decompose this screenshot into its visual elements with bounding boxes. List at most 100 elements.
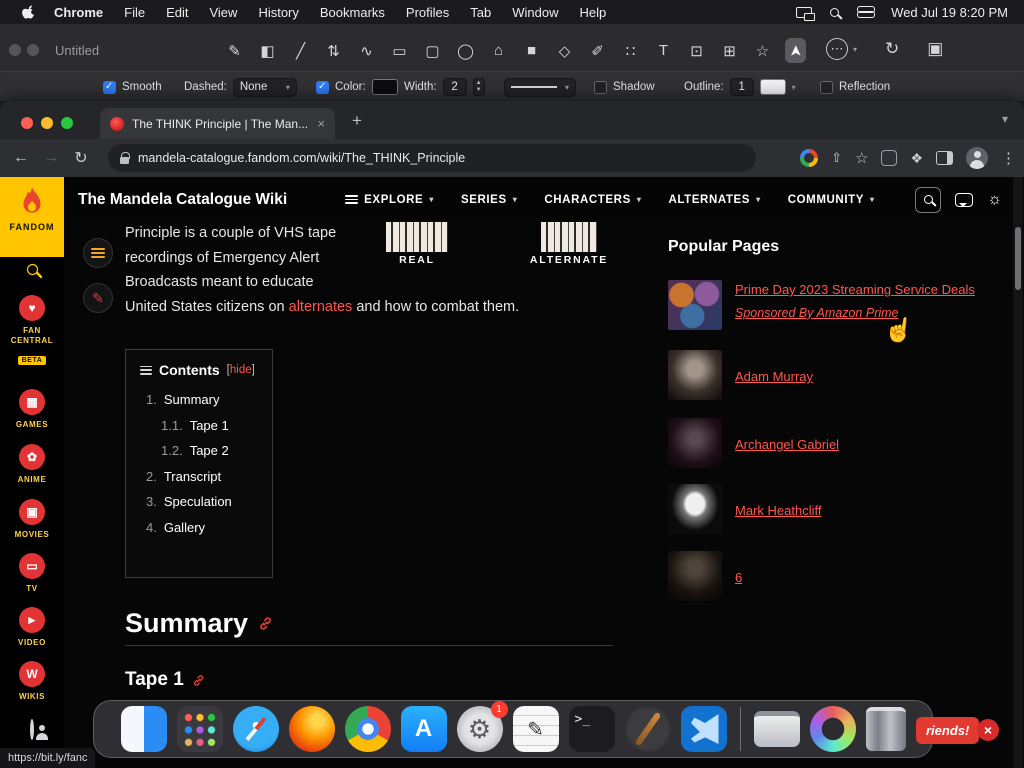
width-field[interactable]: 2	[442, 78, 467, 96]
reflection-checkbox[interactable]	[820, 80, 833, 94]
menubar-tab[interactable]: Tab	[470, 5, 491, 20]
rail-item-video[interactable]: ► VIDEO	[0, 607, 64, 647]
menubar-view[interactable]: View	[209, 5, 237, 20]
control-center-icon[interactable]	[857, 6, 876, 18]
forward-button[interactable]: →	[36, 149, 66, 167]
page-edit-button[interactable]: ✎	[83, 283, 113, 313]
page-contents-button[interactable]	[83, 238, 113, 268]
menubar-help[interactable]: Help	[580, 5, 607, 20]
select-tool-icon[interactable]: ➤	[785, 38, 806, 63]
menubar-bookmarks[interactable]: Bookmarks	[320, 5, 385, 20]
dashed-select[interactable]: None ▾	[232, 77, 297, 97]
profile-avatar[interactable]	[966, 147, 988, 169]
rail-item-wikis[interactable]: W WIKIS	[0, 661, 64, 701]
ellipse-tool-icon[interactable]: ◯	[455, 38, 476, 63]
wiki-chat-icon[interactable]	[955, 192, 974, 207]
alternates-link[interactable]: alternates	[289, 299, 353, 315]
tape1-link-icon[interactable]	[192, 674, 205, 687]
nav-community[interactable]: COMMUNITY	[788, 194, 875, 206]
line-tool-icon[interactable]: ╱	[290, 38, 311, 63]
dock-terminal-icon[interactable]: >_	[568, 706, 615, 752]
popular-thumb-6[interactable]	[668, 551, 722, 601]
marker-tool-icon[interactable]: ✐	[587, 38, 608, 63]
dock-settings-icon[interactable]: ⚙ 1	[456, 701, 508, 752]
reload-button[interactable]: ↻	[66, 148, 96, 168]
nav-series[interactable]: SERIES	[461, 194, 517, 206]
tab-search-icon[interactable]: ▾	[1002, 112, 1008, 126]
real-image[interactable]	[386, 222, 448, 252]
menubar-file[interactable]: File	[124, 5, 145, 20]
filled-square-tool-icon[interactable]: ■	[521, 38, 542, 63]
banner-close-icon[interactable]: ×	[977, 719, 999, 741]
dock-appstore-icon[interactable]: A	[400, 706, 447, 752]
apple-menu-icon[interactable]	[22, 4, 36, 20]
alternate-image[interactable]	[541, 222, 597, 252]
page-scrollbar[interactable]	[1013, 177, 1023, 768]
pencil-tool-icon[interactable]: ✎	[224, 38, 245, 63]
browser-menu-kebab-icon[interactable]: ⋮	[1001, 149, 1016, 167]
share-icon[interactable]: ⇧	[831, 150, 842, 166]
popular-item-adam-murray[interactable]: Adam Murray	[668, 350, 988, 400]
outline-field[interactable]: 1	[729, 78, 754, 96]
zoom-window-button[interactable]	[61, 117, 73, 129]
polygon-tool-icon[interactable]: ⌂	[488, 38, 509, 63]
popular-item-mark-heathcliff[interactable]: Mark Heathcliff	[668, 484, 988, 534]
toc-item-gallery[interactable]: 4. Gallery	[146, 520, 272, 535]
toc-item-speculation[interactable]: 3. Speculation	[146, 494, 272, 509]
toc-item-summary[interactable]: 1. Summary	[146, 392, 272, 407]
toc-item-tape1[interactable]: 1.1. Tape 1	[146, 418, 272, 433]
dock-vscode-icon[interactable]	[680, 706, 727, 752]
dock-paint-app-icon[interactable]	[809, 706, 856, 752]
toc-hide-link[interactable]: [hide]	[227, 364, 255, 376]
spray-tool-icon[interactable]: ∷	[620, 38, 641, 63]
lock-icon[interactable]	[120, 151, 130, 164]
nav-alternates[interactable]: ALTERNATES	[668, 194, 760, 206]
wiki-title[interactable]: The Mandela Catalogue Wiki	[78, 191, 287, 209]
minimize-window-button[interactable]	[41, 117, 53, 129]
wiki-search-icon[interactable]	[915, 186, 942, 213]
screen-mirroring-icon[interactable]	[796, 6, 816, 21]
google-account-icon[interactable]	[800, 149, 819, 167]
width-stepper[interactable]: ▲ ▼	[472, 78, 485, 96]
popular-item-archangel-gabriel[interactable]: Archangel Gabriel	[668, 418, 988, 468]
popular-item-6[interactable]: 6	[668, 551, 988, 601]
popular-item-prime-day[interactable]: Prime Day 2023 Streaming Service Deals S…	[668, 280, 988, 330]
outline-color-swatch[interactable]	[759, 79, 786, 95]
spotlight-icon[interactable]	[830, 7, 840, 17]
nav-characters[interactable]: CHARACTERS	[544, 194, 641, 206]
dock-minimized-window-icon[interactable]	[753, 711, 800, 747]
dock-safari-icon[interactable]	[232, 706, 279, 752]
color-swatch[interactable]	[371, 79, 398, 95]
line-style-select[interactable]: ▾	[504, 77, 576, 97]
menubar-clock[interactable]: Wed Jul 19 8:20 PM	[891, 5, 1008, 20]
menubar-history[interactable]: History	[258, 5, 298, 20]
dock-notes-icon[interactable]: ✎	[512, 706, 559, 752]
text-tool-icon[interactable]: T	[653, 38, 674, 63]
eraser-tool-icon[interactable]: ◇	[554, 38, 575, 63]
rail-search-icon[interactable]	[0, 263, 64, 276]
popular-thumb-adam-murray[interactable]	[668, 350, 722, 400]
popular-thumb-prime-day[interactable]	[668, 280, 722, 330]
popular-thumb-mark-heathcliff[interactable]	[668, 484, 722, 534]
menubar-edit[interactable]: Edit	[166, 5, 188, 20]
rounded-rectangle-tool-icon[interactable]: ▢	[422, 38, 443, 63]
rail-item-games[interactable]: ▦ GAMES	[0, 389, 64, 429]
dock-firefox-icon[interactable]	[288, 706, 335, 752]
window-minimize-button[interactable]	[27, 44, 39, 56]
rail-item-movies[interactable]: ▣ MOVIES	[0, 499, 64, 539]
sponsored-link[interactable]: Sponsored By Amazon Prime	[735, 306, 975, 320]
arrow-tool-icon[interactable]: ⇅	[323, 38, 344, 63]
smooth-checkbox[interactable]	[103, 80, 116, 94]
theme-toggle-icon[interactable]: ☼	[987, 191, 1002, 209]
back-button[interactable]: ←	[6, 149, 36, 167]
more-tools-icon[interactable]: ⋯	[826, 38, 848, 60]
extensions-puzzle-icon[interactable]: ❖	[910, 150, 923, 167]
more-tools-chevron-icon[interactable]: ▾	[853, 45, 857, 54]
dock-finder-icon[interactable]	[120, 706, 167, 752]
close-window-button[interactable]	[21, 117, 33, 129]
fill-tool-icon[interactable]: ◧	[257, 38, 278, 63]
window-close-button[interactable]	[9, 44, 21, 56]
menubar-profiles[interactable]: Profiles	[406, 5, 449, 20]
toc-item-transcript[interactable]: 2. Transcript	[146, 469, 272, 484]
rail-item-anime[interactable]: ✿ ANIME	[0, 444, 64, 484]
